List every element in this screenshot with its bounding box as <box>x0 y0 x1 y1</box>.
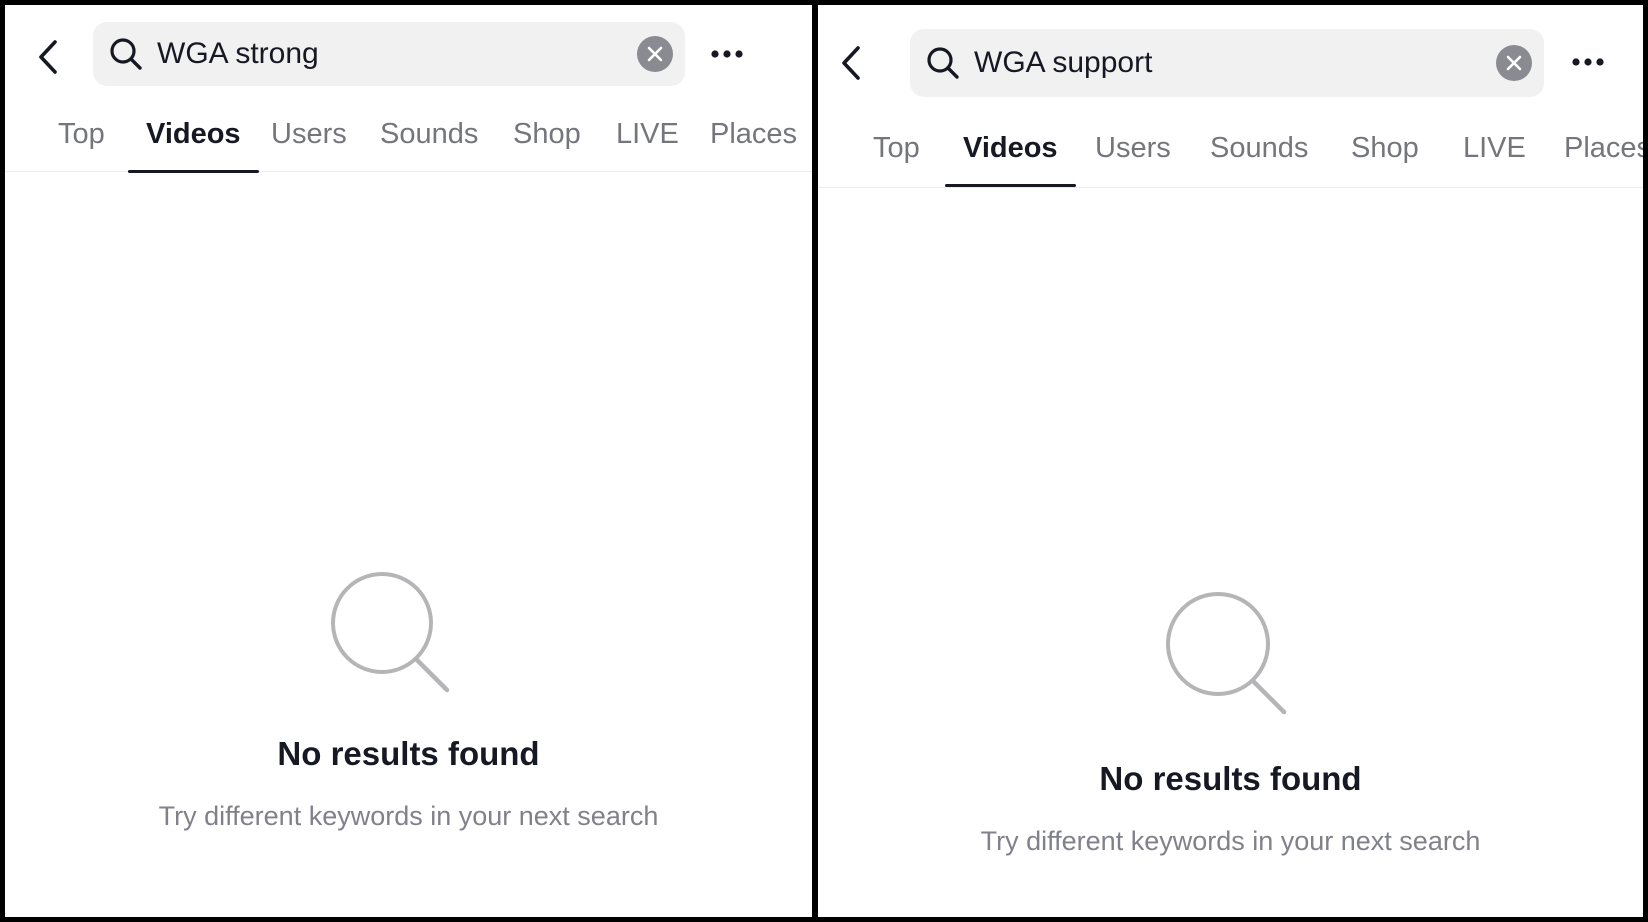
tab-places[interactable]: Places <box>1564 110 1643 186</box>
tab-live[interactable]: LIVE <box>616 96 679 172</box>
tab-videos[interactable]: Videos <box>128 96 259 173</box>
search-panel-left: WGA strong Top Videos Users Sounds Shop … <box>0 0 815 922</box>
more-options-button[interactable] <box>1566 40 1610 84</box>
tab-live[interactable]: LIVE <box>1463 110 1526 186</box>
chevron-left-icon <box>842 46 860 80</box>
search-query: WGA strong <box>157 37 319 70</box>
search-empty-icon <box>1166 592 1287 715</box>
search-tabs: Top Videos Users Sounds Shop LIVE Places <box>5 96 812 173</box>
tab-shop[interactable]: Shop <box>1351 110 1419 186</box>
tab-sounds[interactable]: Sounds <box>1210 110 1308 186</box>
back-button[interactable] <box>834 41 870 85</box>
clear-search-button[interactable] <box>637 36 673 72</box>
clear-search-button[interactable] <box>1496 45 1532 81</box>
tab-top[interactable]: Top <box>58 96 105 172</box>
close-icon <box>1506 55 1522 71</box>
tab-videos[interactable]: Videos <box>945 110 1076 187</box>
more-horizontal-icon <box>1572 58 1604 66</box>
more-options-button[interactable] <box>705 32 749 76</box>
empty-subtitle: Try different keywords in your next sear… <box>980 826 1481 856</box>
tab-shop[interactable]: Shop <box>513 96 581 172</box>
search-icon <box>924 44 962 82</box>
search-query: WGA support <box>974 46 1153 79</box>
search-panel-right: WGA support Top Videos Users Sounds Shop… <box>815 0 1648 922</box>
tab-places[interactable]: Places <box>710 96 797 172</box>
screenshot-comparison: WGA strong Top Videos Users Sounds Shop … <box>0 0 1648 922</box>
tab-top[interactable]: Top <box>873 110 920 186</box>
close-icon <box>647 46 663 62</box>
search-tabs: Top Videos Users Sounds Shop LIVE Places <box>818 110 1643 188</box>
tab-sounds[interactable]: Sounds <box>380 96 478 172</box>
empty-subtitle: Try different keywords in your next sear… <box>158 801 659 831</box>
back-button[interactable] <box>31 35 67 79</box>
more-horizontal-icon <box>711 50 743 58</box>
chevron-left-icon <box>39 40 57 74</box>
tab-users[interactable]: Users <box>271 96 347 172</box>
search-empty-icon <box>331 572 450 693</box>
empty-title: No results found <box>277 735 540 772</box>
search-icon <box>107 35 145 73</box>
empty-state: No results found Try different keywords … <box>5 570 812 832</box>
empty-title: No results found <box>1099 760 1362 797</box>
search-input[interactable]: WGA strong <box>93 22 685 86</box>
search-input[interactable]: WGA support <box>910 29 1544 97</box>
tab-users[interactable]: Users <box>1095 110 1171 186</box>
empty-state: No results found Try different keywords … <box>818 590 1643 857</box>
